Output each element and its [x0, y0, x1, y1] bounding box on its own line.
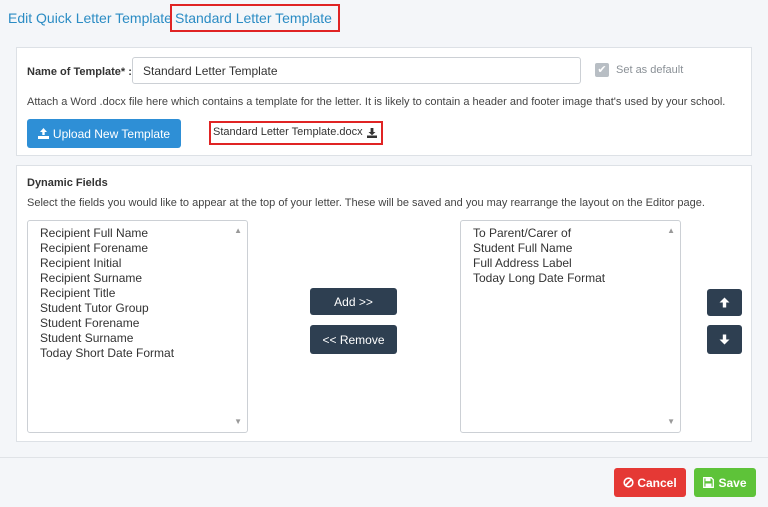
list-item[interactable]: Today Short Date Format — [40, 346, 174, 361]
page-title: Edit Quick Letter Template — [8, 10, 172, 26]
list-item[interactable]: Student Tutor Group — [40, 301, 174, 316]
template-name-label: Name of Template* : — [27, 66, 132, 78]
template-file-name: Standard Letter Template.docx — [213, 126, 363, 138]
set-default-checkbox[interactable]: ✔ Set as default — [595, 63, 683, 77]
list-item[interactable]: Today Long Date Format — [473, 271, 605, 286]
list-item[interactable]: Student Surname — [40, 331, 174, 346]
set-default-label: Set as default — [616, 64, 684, 76]
ban-icon — [623, 477, 634, 488]
arrow-up-icon — [719, 297, 730, 308]
scroll-up-arrow-icon[interactable]: ▲ — [667, 226, 675, 235]
dynamic-fields-panel: Dynamic Fields Select the fields you wou… — [16, 165, 752, 442]
cancel-label: Cancel — [637, 475, 677, 490]
save-button[interactable]: Save — [694, 468, 756, 497]
save-label: Save — [718, 475, 747, 490]
scroll-up-arrow-icon[interactable]: ▲ — [234, 226, 242, 235]
selected-fields-list[interactable]: To Parent/Carer of Student Full Name Ful… — [460, 220, 681, 433]
add-field-button[interactable]: Add >> — [310, 288, 397, 315]
upload-template-button[interactable]: Upload New Template — [27, 119, 181, 148]
list-item[interactable]: Recipient Initial — [40, 256, 174, 271]
action-footer: Cancel Save — [0, 457, 768, 507]
template-details-panel: Name of Template* : ✔ Set as default Att… — [16, 47, 752, 156]
list-item[interactable]: Full Address Label — [473, 256, 605, 271]
remove-field-button[interactable]: << Remove — [310, 325, 397, 354]
move-down-button[interactable] — [707, 325, 742, 354]
available-fields-list[interactable]: Recipient Full Name Recipient Forename R… — [27, 220, 248, 433]
upload-template-label: Upload New Template — [52, 126, 171, 141]
template-file-link[interactable]: Standard Letter Template.docx — [209, 121, 383, 145]
dynamic-fields-title: Dynamic Fields — [27, 177, 108, 189]
check-icon[interactable]: ✔ — [595, 63, 609, 77]
list-item[interactable]: To Parent/Carer of — [473, 226, 605, 241]
scroll-down-arrow-icon[interactable]: ▼ — [667, 417, 675, 426]
floppy-icon — [703, 477, 715, 488]
template-name-heading: Standard Letter Template — [170, 4, 340, 32]
scroll-down-arrow-icon[interactable]: ▼ — [234, 417, 242, 426]
list-item[interactable]: Student Full Name — [473, 241, 605, 256]
cancel-button[interactable]: Cancel — [614, 468, 686, 497]
arrow-down-icon — [719, 334, 730, 345]
upload-icon — [37, 128, 49, 139]
page: Edit Quick Letter Template Standard Lett… — [0, 0, 768, 507]
attach-instructions: Attach a Word .docx file here which cont… — [27, 96, 726, 108]
list-item[interactable]: Student Forename — [40, 316, 174, 331]
download-icon — [366, 128, 377, 138]
dynamic-fields-description: Select the fields you would like to appe… — [27, 197, 705, 209]
list-item[interactable]: Recipient Forename — [40, 241, 174, 256]
list-item[interactable]: Recipient Full Name — [40, 226, 174, 241]
page-header: Edit Quick Letter Template Standard Lett… — [0, 0, 768, 32]
list-item[interactable]: Recipient Title — [40, 286, 174, 301]
template-name-input[interactable] — [132, 57, 581, 84]
list-item[interactable]: Recipient Surname — [40, 271, 174, 286]
move-up-button[interactable] — [707, 289, 742, 316]
